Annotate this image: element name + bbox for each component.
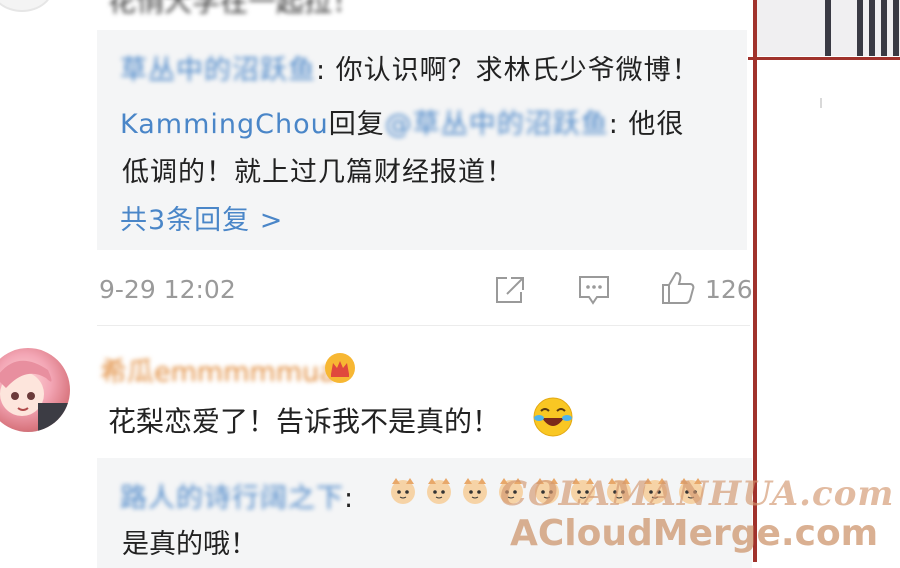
reply-line-1: 路人的诗行阔之下: [120,476,354,515]
reply-word: 回复 [328,109,385,140]
panel-border-horizontal [748,57,900,60]
avatar[interactable] [0,0,54,12]
share-icon[interactable] [493,274,527,306]
reply-separator: : [344,483,355,514]
avatar[interactable] [0,348,70,432]
vip-crown-icon [325,353,355,383]
reply-username[interactable]: KammingChou [120,109,329,140]
watermark-text: ACloudMerge.com [510,513,879,554]
reply-line-2: KammingChou回复@草丛中的沼跃鱼: 他很 [120,102,684,141]
cat-emoji-icon [463,478,487,504]
reply-username[interactable]: 路人的诗行阔之下 [120,483,344,514]
comment-text: 花梨恋爱了！告诉我不是真的！ [108,405,501,438]
divider [97,325,750,326]
like-count: 126 [705,275,753,304]
reply-line-1: 草丛中的沼跃鱼: 你认识啊？求林氏少爷微博！ [120,48,700,87]
divider [820,98,822,108]
thumbnail-image [757,0,900,56]
reply-text: : 你认识啊？求林氏少爷微博！ [316,55,700,86]
username[interactable]: 希瓜emmmmmua [100,350,336,389]
cat-emoji-icon [391,478,415,504]
reply-text: : 他很 [608,109,685,140]
view-more-replies-link[interactable]: 共3条回复 > [120,198,283,237]
cat-emoji-icon [427,478,451,504]
comment-text: 花悄大学在一起拉！ [108,0,361,18]
like-icon[interactable] [660,270,696,306]
watermark-text: COLAMANHUA.com [500,474,895,514]
comment-timestamp: 9-29 12:02 [99,275,236,304]
mention-link[interactable]: @草丛中的沼跃鱼 [385,109,609,140]
reply-text-continued: 低调的！就上过几篇财经报道！ [122,157,514,188]
reply-username[interactable]: 草丛中的沼跃鱼 [120,55,316,86]
laughing-crying-emoji-icon [533,397,573,437]
comment-icon[interactable] [577,274,611,306]
reply-text: 是真的哦！ [122,529,257,560]
